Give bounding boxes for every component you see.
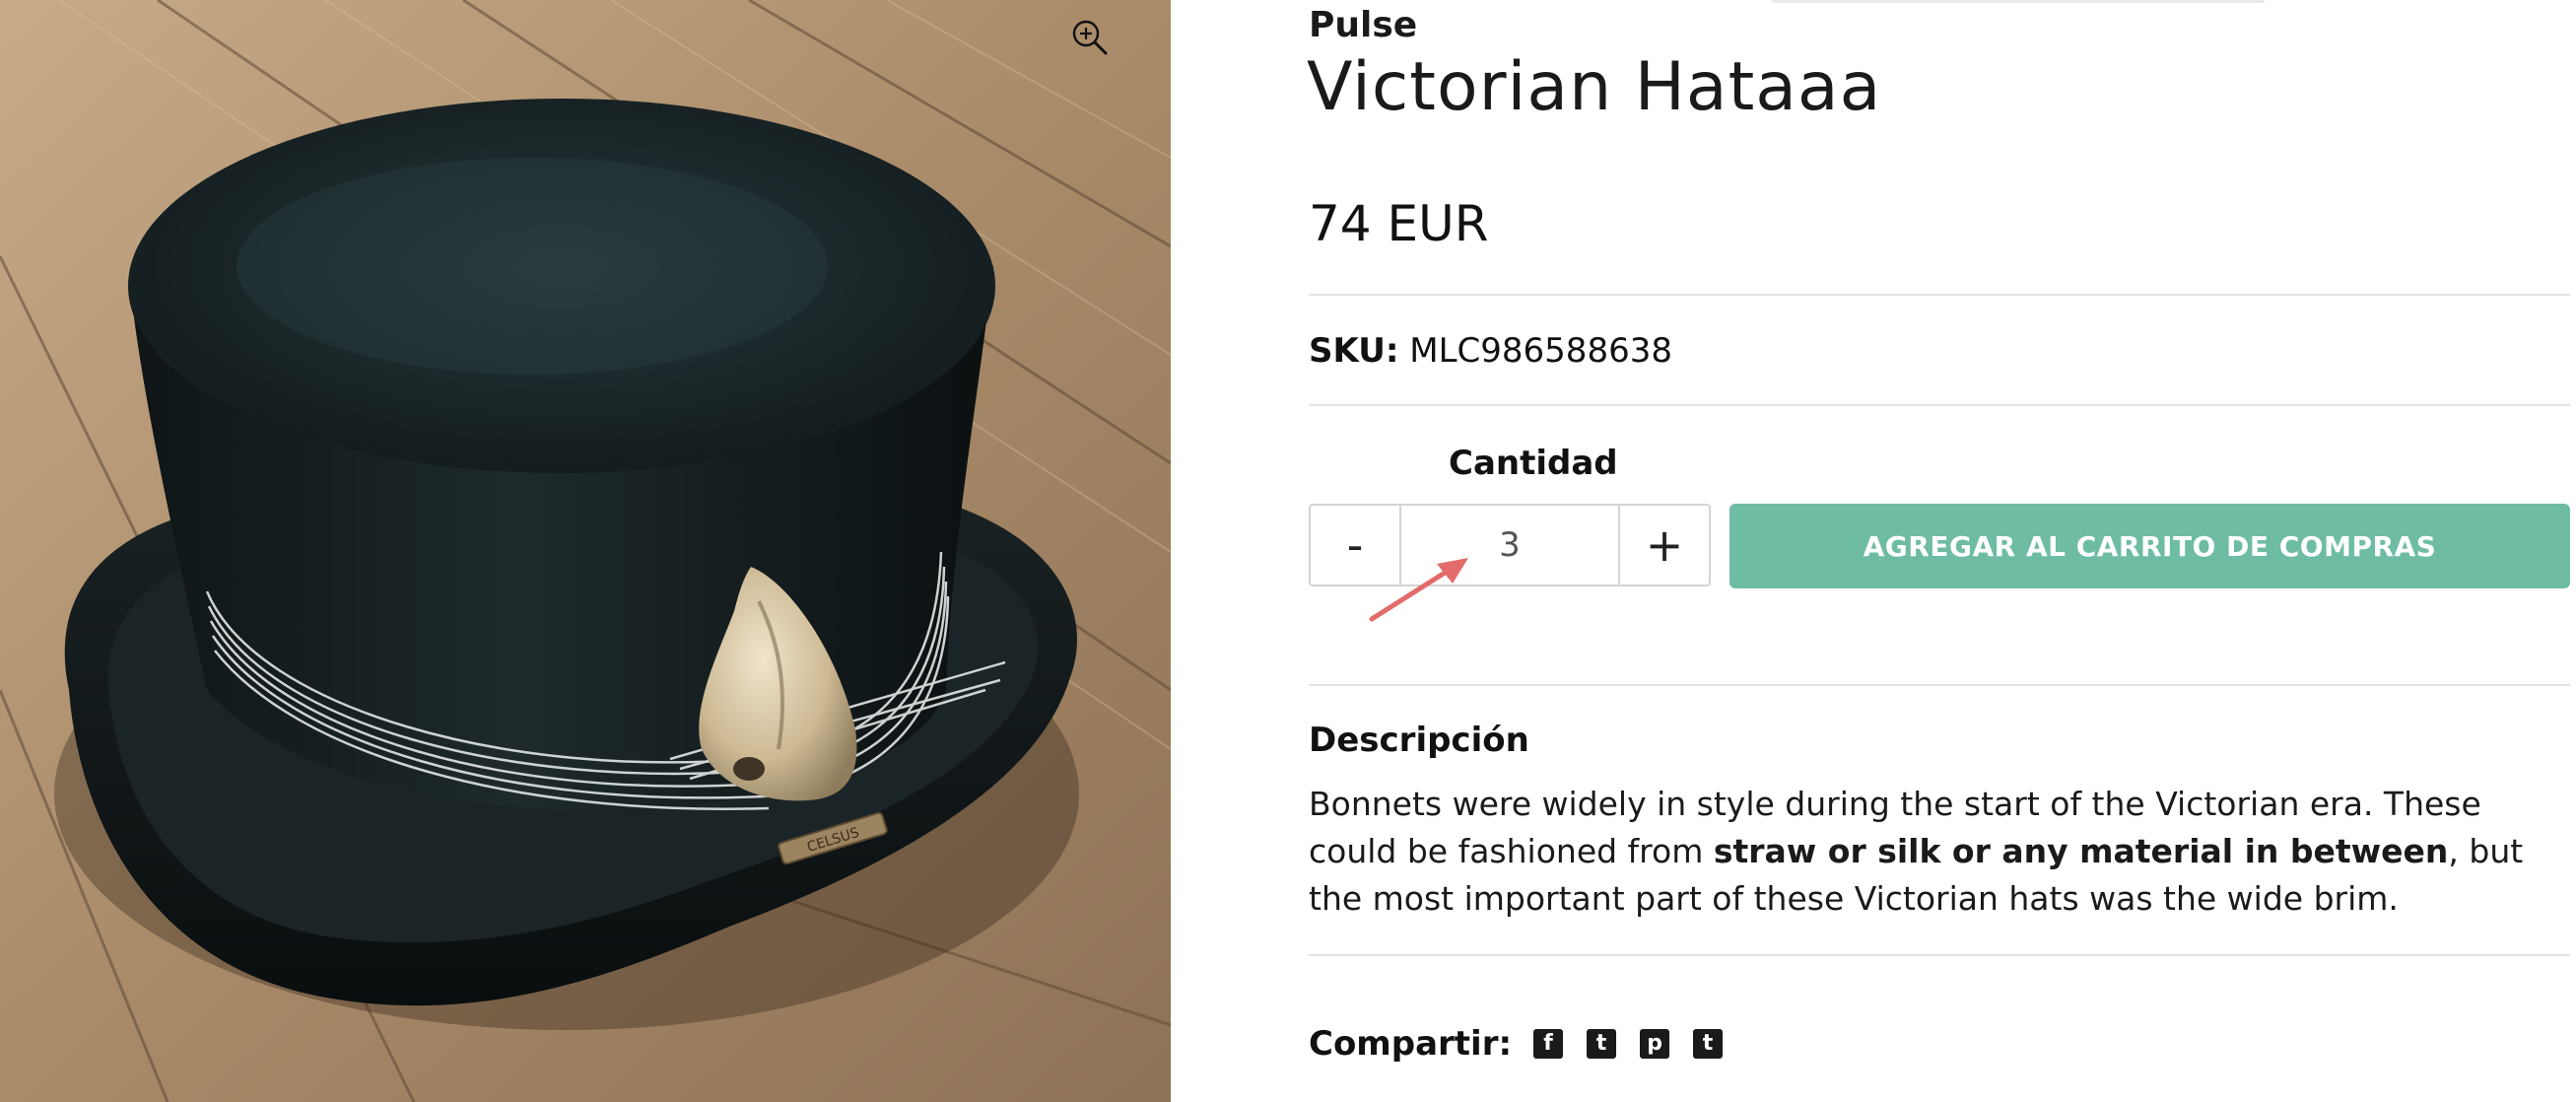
sku-value: MLC986588638 xyxy=(1409,331,1672,371)
description-text-bold: straw or silk or any material in between xyxy=(1713,832,2449,870)
hat-photo: CELSUS xyxy=(0,0,1171,1102)
quantity-input[interactable] xyxy=(1401,506,1618,585)
share-label: Compartir: xyxy=(1309,1024,1513,1064)
add-to-cart-button[interactable]: AGREGAR AL CARRITO DE COMPRAS xyxy=(1729,504,2570,588)
divider xyxy=(1309,684,2570,686)
zoom-in-icon[interactable] xyxy=(1070,18,1110,57)
divider xyxy=(1309,294,2570,296)
product-vendor[interactable]: Pulse xyxy=(1309,4,1417,47)
quantity-stepper: - + xyxy=(1309,504,1711,586)
sku-label: SKU: xyxy=(1309,331,1399,371)
product-sku: SKU: MLC986588638 xyxy=(1309,330,1672,372)
divider xyxy=(1309,404,2570,406)
pinterest-icon[interactable]: p xyxy=(1640,1029,1670,1059)
facebook-icon[interactable]: f xyxy=(1533,1029,1564,1059)
product-info: Pulse Victorian Hataaa 74 EUR SKU: MLC98… xyxy=(1307,0,2570,1102)
quantity-increase-button[interactable]: + xyxy=(1618,506,1709,585)
description-text: Bonnets were widely in style during the … xyxy=(1309,781,2570,923)
product-price: 74 EUR xyxy=(1309,195,1489,252)
divider xyxy=(1309,954,2570,956)
tumblr-icon[interactable]: t xyxy=(1693,1029,1724,1059)
quantity-label: Cantidad xyxy=(1449,444,1618,483)
top-shadow-divider xyxy=(1772,0,2265,3)
product-image[interactable]: CELSUS xyxy=(0,0,1171,1102)
twitter-icon[interactable]: t xyxy=(1587,1029,1617,1059)
share-bar: Compartir: f t p t xyxy=(1309,1020,1746,1068)
description-heading: Descripción xyxy=(1309,721,1529,760)
product-title: Victorian Hataaa xyxy=(1307,48,1882,126)
quantity-decrease-button[interactable]: - xyxy=(1311,506,1401,585)
